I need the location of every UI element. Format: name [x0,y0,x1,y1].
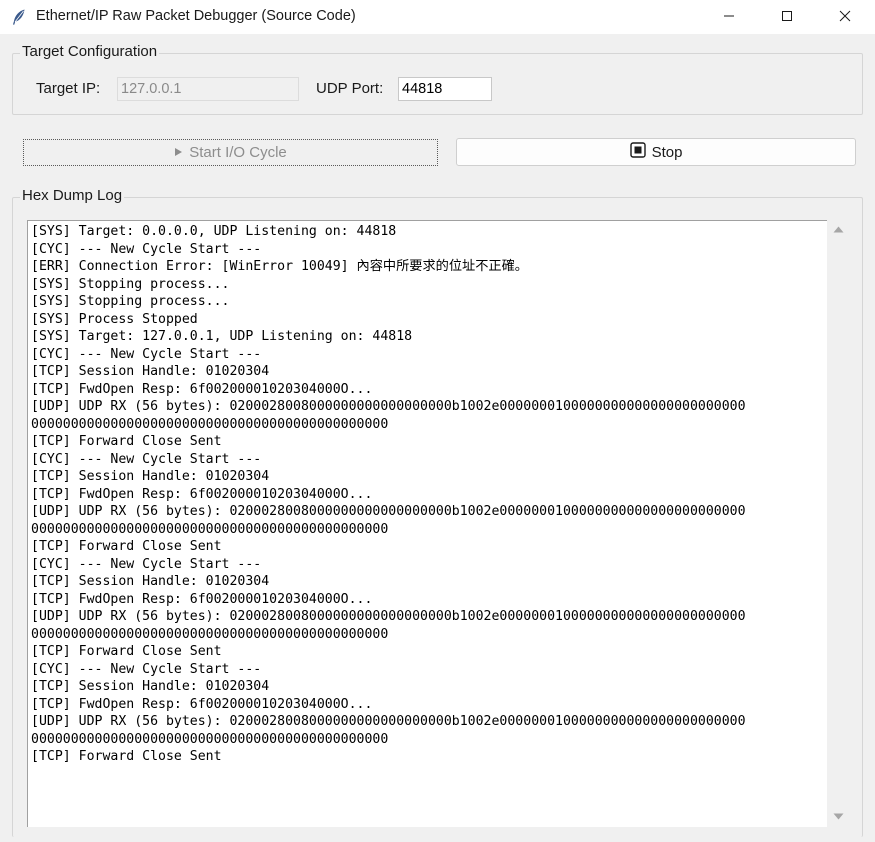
log-scrollbar[interactable] [827,220,849,827]
start-io-cycle-button[interactable]: Start I/O Cycle [23,139,438,166]
log-line: [ERR] Connection Error: [WinError 10049]… [31,259,528,274]
log-line: [TCP] Session Handle: 01020304 [31,679,270,694]
log-line: [TCP] Forward Close Sent [31,434,222,449]
title-bar[interactable]: Ethernet/IP Raw Packet Debugger (Source … [0,0,875,34]
udp-port-field[interactable] [398,77,492,101]
log-line: [TCP] Session Handle: 01020304 [31,469,270,484]
hex-dump-log-textarea[interactable]: [SYS] Target: 0.0.0.0, UDP Listening on:… [27,220,827,827]
log-line: [TCP] FwdOpen Resp: 6f00200001020304000O… [31,591,373,607]
log-line: [TCP] FwdOpen Resp: 6f00200001020304000O… [31,486,373,502]
target-configuration-title: Target Configuration [20,43,160,60]
stop-icon [629,142,646,162]
scroll-down-arrow-icon[interactable] [832,811,844,821]
minimize-button[interactable] [700,0,758,34]
close-icon [839,9,851,26]
log-line: [TCP] FwdOpen Resp: 6f00200001020304000O… [31,696,373,712]
minimize-icon [723,9,735,26]
log-line: [SYS] Target: 127.0.0.1, UDP Listening o… [31,329,413,344]
log-line: [SYS] Process Stopped [31,311,198,327]
log-line: [CYC] --- New Cycle Start --- [31,451,262,467]
start-io-cycle-label: Start I/O Cycle [189,144,287,161]
log-line: [UDP] UDP RX (56 bytes): 020002800800000… [31,609,746,624]
stop-button[interactable]: Stop [456,138,856,166]
hex-dump-log-title: Hex Dump Log [20,187,125,204]
stop-label: Stop [651,143,683,161]
log-line: [UDP] UDP RX (56 bytes): 020002800800000… [31,504,746,519]
log-line: [CYC] --- New Cycle Start --- [31,346,262,362]
maximize-icon [781,9,793,26]
log-line: [TCP] Forward Close Sent [31,749,222,764]
udp-port-label: UDP Port: [316,80,384,97]
log-line: [UDP] UDP RX (56 bytes): 020002800800000… [31,714,746,729]
log-line: [SYS] Target: 0.0.0.0, UDP Listening on:… [31,224,397,239]
log-line: 0000000000000000000000000000000000000000… [31,626,389,642]
target-ip-label: Target IP: [36,80,101,97]
scroll-up-arrow-icon[interactable] [832,224,844,234]
target-ip-field[interactable] [117,77,299,101]
log-line: 0000000000000000000000000000000000000000… [31,731,389,747]
log-line: [CYC] --- New Cycle Start --- [31,241,262,257]
app-window: Ethernet/IP Raw Packet Debugger (Source … [0,0,875,842]
log-line: 0000000000000000000000000000000000000000… [31,416,389,432]
log-line: [SYS] Stopping process... [31,276,230,292]
log-line: [TCP] Forward Close Sent [31,539,222,554]
play-icon [174,144,183,161]
window-title: Ethernet/IP Raw Packet Debugger (Source … [36,8,356,24]
feather-icon [10,8,28,26]
log-line: [CYC] --- New Cycle Start --- [31,661,262,677]
log-line: [UDP] UDP RX (56 bytes): 020002800800000… [31,399,746,414]
log-line: [TCP] FwdOpen Resp: 6f00200001020304000O… [31,381,373,397]
log-line: [SYS] Stopping process... [31,294,230,309]
close-button[interactable] [816,0,874,34]
log-line: [TCP] Session Handle: 01020304 [31,574,270,589]
log-line: 0000000000000000000000000000000000000000… [31,521,389,537]
log-line: [TCP] Session Handle: 01020304 [31,364,270,379]
maximize-button[interactable] [758,0,816,34]
log-line: [CYC] --- New Cycle Start --- [31,556,262,572]
log-lines: [SYS] Target: 0.0.0.0, UDP Listening on:… [31,223,746,766]
log-line: [TCP] Forward Close Sent [31,644,222,659]
